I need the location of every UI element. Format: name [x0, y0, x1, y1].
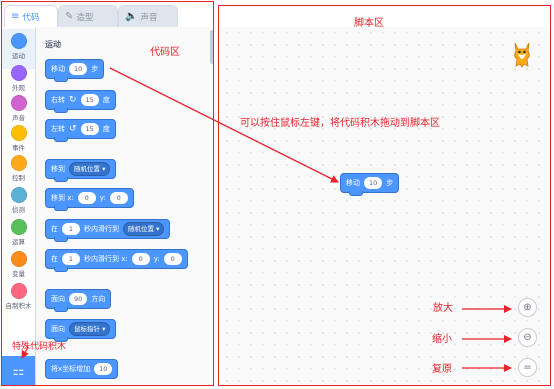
- special-blocks-arrow: [21, 346, 29, 359]
- annotation-arrows: [21, 67, 512, 372]
- code-icon: ≡: [11, 11, 20, 22]
- tab-code[interactable]: ≡ 代码: [4, 5, 58, 27]
- tab-code-label: 代码: [22, 12, 40, 23]
- drag-arrow: [109, 67, 339, 183]
